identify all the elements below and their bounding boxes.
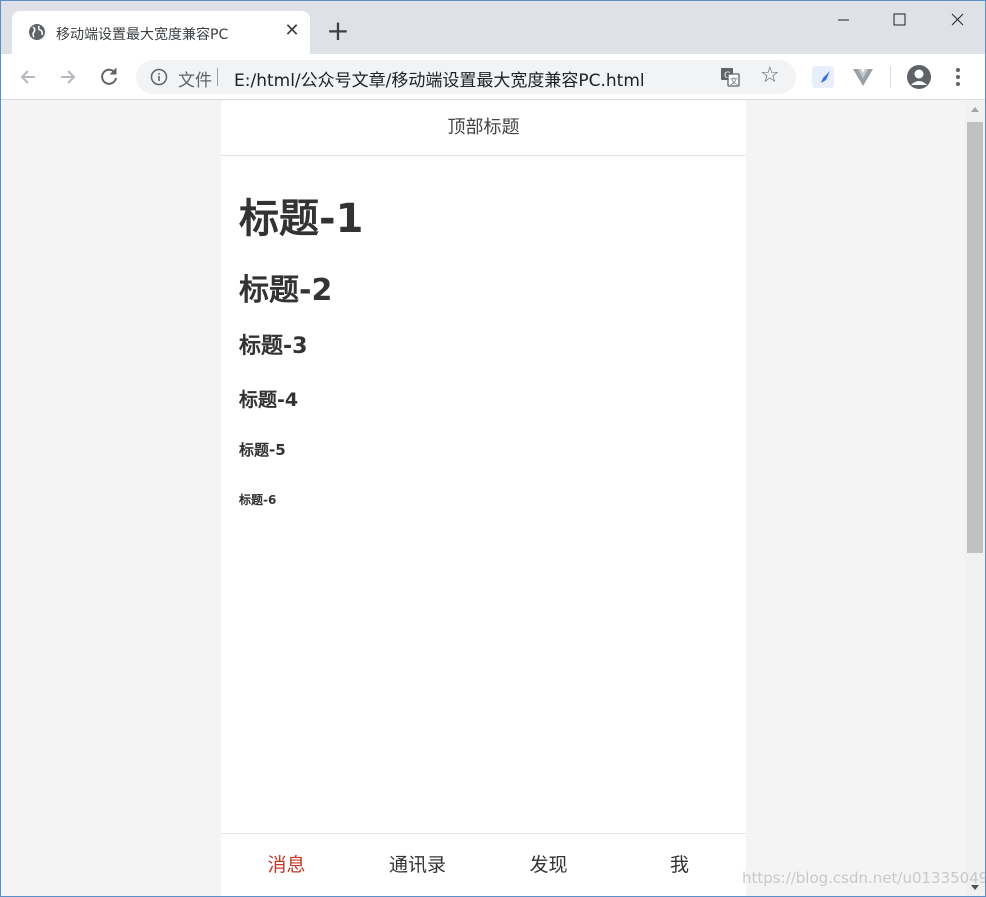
- vertical-scrollbar[interactable]: [965, 101, 985, 896]
- heading-2: 标题-2: [239, 273, 333, 308]
- reload-button[interactable]: [94, 62, 124, 92]
- tab-title: 移动端设置最大宽度兼容PC: [56, 27, 229, 43]
- maximize-icon: [893, 13, 906, 26]
- maximize-button[interactable]: [870, 0, 928, 40]
- mobile-page-container: 顶部标题 标题-1 标题-2 标题-3 标题-4 标题-5 标题-6 消息 通讯…: [221, 101, 746, 896]
- browser-toolbar: 文件 E:/html/公众号文章/移动端设置最大宽度兼容PC.html G文 ☆: [0, 54, 986, 100]
- forward-button[interactable]: [53, 62, 83, 92]
- bottom-nav: 消息 通讯录 发现 我: [221, 833, 746, 896]
- url-text[interactable]: E:/html/公众号文章/移动端设置最大宽度兼容PC.html: [234, 66, 645, 91]
- page-header: 顶部标题: [221, 101, 746, 156]
- close-icon: [951, 13, 964, 26]
- arrow-right-icon: [61, 70, 76, 84]
- translate-icon[interactable]: G文: [720, 67, 740, 87]
- minimize-button[interactable]: [814, 0, 872, 40]
- tab-close-icon[interactable]: ✕: [280, 19, 304, 43]
- scroll-thumb[interactable]: [967, 122, 983, 553]
- toolbar-separator: [890, 66, 891, 88]
- svg-text:文: 文: [730, 76, 738, 86]
- new-tab-button[interactable]: +: [324, 17, 352, 46]
- arrow-left-icon: [20, 70, 35, 84]
- bookmark-star-icon[interactable]: ☆: [760, 63, 780, 88]
- globe-icon: [29, 24, 45, 40]
- omnibox-separator: [217, 68, 218, 86]
- close-window-button[interactable]: [928, 0, 986, 40]
- heading-1: 标题-1: [239, 196, 364, 242]
- tab-strip: 移动端设置最大宽度兼容PC ✕ +: [0, 0, 986, 54]
- heading-4: 标题-4: [239, 389, 299, 411]
- page-viewport: 顶部标题 标题-1 标题-2 标题-3 标题-4 标题-5 标题-6 消息 通讯…: [1, 101, 965, 896]
- bottom-nav-me[interactable]: 我: [614, 834, 745, 896]
- browser-tab[interactable]: 移动端设置最大宽度兼容PC ✕: [12, 11, 310, 54]
- reload-icon: [101, 68, 117, 85]
- profile-avatar-icon[interactable]: [906, 64, 932, 90]
- watermark-text: https://blog.csdn.net/u013350495: [742, 869, 986, 887]
- address-bar[interactable]: 文件 E:/html/公众号文章/移动端设置最大宽度兼容PC.html G文 ☆: [136, 60, 796, 94]
- info-icon[interactable]: [150, 68, 168, 86]
- scroll-up-arrow-icon[interactable]: [971, 107, 979, 112]
- bird-extension-icon[interactable]: [812, 66, 834, 88]
- bottom-nav-messages[interactable]: 消息: [221, 834, 352, 896]
- bottom-nav-contacts[interactable]: 通讯录: [352, 834, 483, 896]
- heading-3: 标题-3: [239, 334, 308, 359]
- minimize-icon: [838, 19, 849, 21]
- bottom-nav-discover[interactable]: 发现: [483, 834, 614, 896]
- kebab-menu-icon[interactable]: [948, 65, 968, 89]
- back-button[interactable]: [13, 62, 43, 92]
- heading-6: 标题-6: [239, 493, 277, 507]
- scheme-label: 文件: [178, 71, 212, 91]
- heading-5: 标题-5: [239, 441, 286, 459]
- vue-devtools-icon[interactable]: [852, 66, 874, 88]
